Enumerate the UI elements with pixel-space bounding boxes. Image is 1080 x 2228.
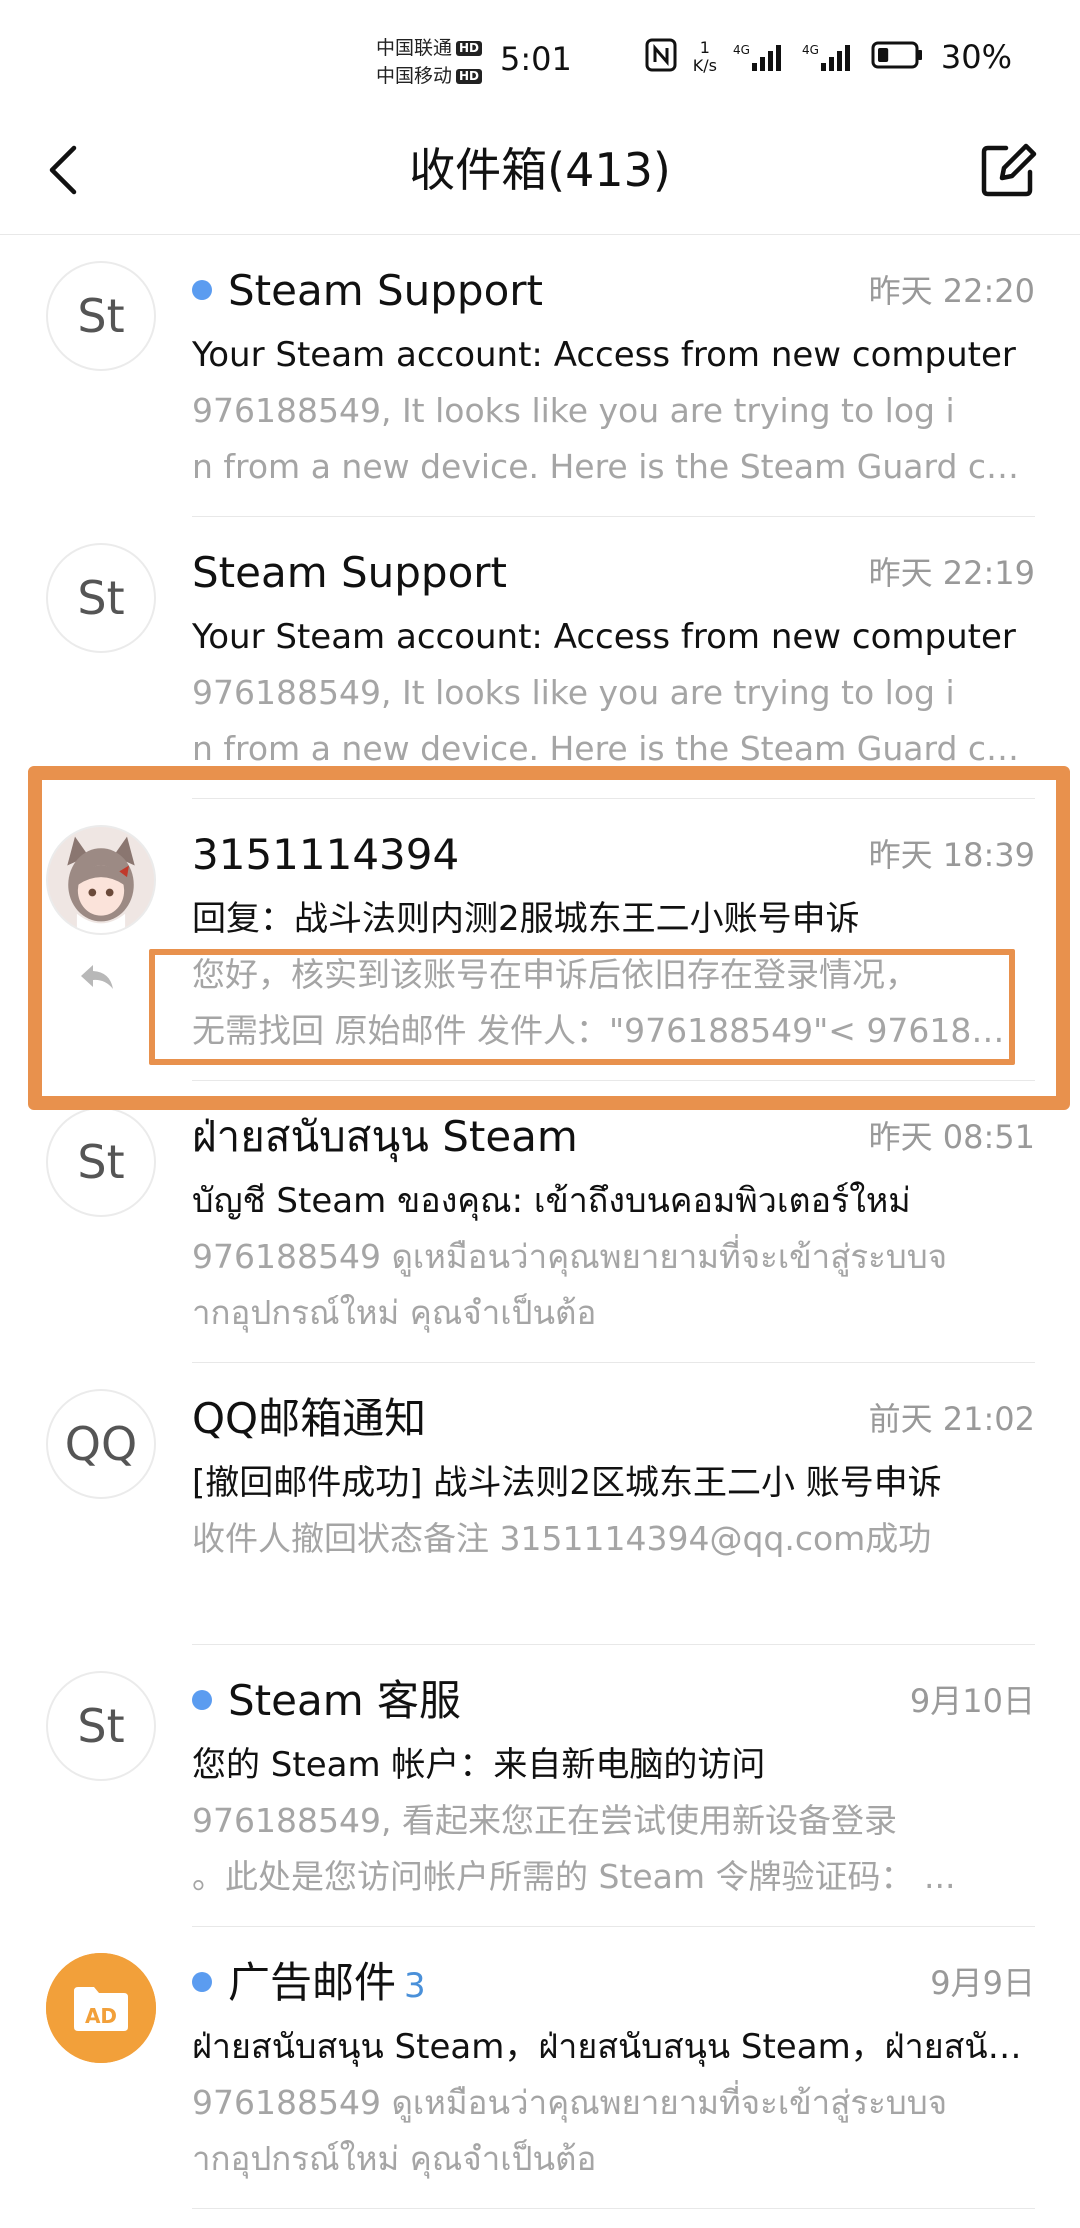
carrier-info: 中国联通 HD 中国移动 HD: [376, 34, 483, 90]
divider: [192, 2208, 1035, 2209]
status-icons: 1 K/s 4G 4G 30%: [645, 38, 1012, 76]
ad-mail-folder[interactable]: AD 广告邮件 3 9月9日 ฝ่ายสนับสนุน Steam，ฝ่ายสนั…: [0, 1927, 1080, 2209]
svg-text:AD: AD: [85, 2004, 117, 2028]
mail-time: 昨天 22:20: [868, 272, 1035, 310]
mail-subject: บัญชี Steam ของคุณ: เข้าถึงบนคอมพิวเตอร์…: [192, 1181, 911, 1221]
net-speed-value: 1: [699, 38, 710, 57]
carrier-1: 中国联通: [376, 37, 453, 59]
avatar: St: [46, 543, 156, 653]
battery-icon: [871, 40, 925, 74]
net-speed: 1 K/s: [693, 39, 717, 75]
mail-subject: Your Steam account: Access from new comp…: [192, 617, 1016, 657]
avatar: QQ: [46, 1389, 156, 1499]
ad-folder-avatar: AD: [46, 1953, 156, 2063]
unread-dot-icon: [192, 1971, 212, 1992]
mail-item[interactable]: St Steam 客服 9月10日 您的 Steam 帐户：来自新电脑的访问 9…: [0, 1645, 1080, 1927]
sender-name: ฝ่ายสนับสนุน Steam: [192, 1112, 578, 1161]
signal-label-1: 4G: [733, 43, 750, 57]
mail-time: 9月9日: [930, 1964, 1035, 2002]
net-speed-unit: K/s: [692, 56, 717, 75]
nfc-icon: [645, 38, 677, 76]
mail-sender: 广告邮件 3: [192, 1955, 426, 2014]
mail-sender: Steam Support: [192, 263, 543, 319]
avatar: St: [46, 1671, 156, 1781]
mail-item[interactable]: St ฝ่ายสนับสนุน Steam 昨天 08:51 บัญชี Ste…: [0, 1081, 1080, 1363]
mail-item[interactable]: St Steam Support 昨天 22:20 Your Steam acc…: [0, 235, 1080, 517]
carrier-2: 中国移动: [376, 65, 453, 87]
hd-badge-1: HD: [456, 40, 483, 56]
unread-dot-icon: [192, 279, 212, 300]
mail-preview-line2: n from a new device. Here is the Steam G…: [192, 447, 1032, 486]
mail-preview-line1: 976188549 ดูเหมือนว่าคุณพยายามที่จะเข้าส…: [192, 2083, 948, 2122]
mail-preview-line1: 976188549, It looks like you are trying …: [192, 391, 955, 430]
mail-preview-line2: ากอุปกรณ์ใหม่ คุณจำเป็นต้อ: [192, 1293, 597, 1332]
signal-icon-1: 4G: [733, 43, 786, 71]
mail-preview-line1: 976188549 ดูเหมือนว่าคุณพยายามที่จะเข้าส…: [192, 1237, 948, 1276]
compose-button[interactable]: [976, 138, 1040, 202]
mail-subject: ฝ่ายสนับสนุน Steam，ฝ่ายสนับสนุน Steam，ฝ่…: [192, 2027, 1022, 2067]
compose-icon: [981, 143, 1037, 197]
signal-label-2: 4G: [801, 43, 819, 57]
mail-preview-line2: 。此处是您访问帐户所需的 Steam 令牌验证码： ...: [192, 1857, 956, 1896]
mail-time: 昨天 22:19: [868, 554, 1035, 592]
status-bar: 中国联通 HD 中国移动 HD 5:01 1 K/s 4G 4G 30%: [0, 0, 1080, 110]
mail-preview-line1: 976188549, 看起来您正在尝试使用新设备登录: [192, 1801, 897, 1840]
sender-name: Steam Support: [228, 266, 543, 315]
inbox-header: 收件箱(413): [0, 110, 1080, 235]
ad-folder-icon: AD: [46, 1953, 156, 2063]
sender-name: QQ邮箱通知: [192, 1394, 427, 1443]
mail-preview-line2: ากอุปกรณ์ใหม่ คุณจำเป็นต้อ: [192, 2139, 597, 2178]
mail-inbox-screen: 中国联通 HD 中国移动 HD 5:01 1 K/s 4G 4G 30% 收件箱…: [0, 0, 1080, 2228]
highlight-box-inner: [149, 949, 1015, 1065]
hd-badge-2: HD: [456, 68, 483, 84]
mail-item[interactable]: St Steam Support 昨天 22:19 Your Steam acc…: [0, 517, 1080, 799]
mail-item[interactable]: QQ QQ邮箱通知 前天 21:02 [撤回邮件成功] 战斗法则2区城东王二小 …: [0, 1363, 1080, 1645]
sender-name: Steam Support: [192, 548, 507, 597]
mail-subject: 您的 Steam 帐户：来自新电脑的访问: [192, 1745, 766, 1785]
sender-name: 广告邮件: [228, 1958, 397, 2007]
sender-name: Steam 客服: [228, 1676, 461, 1725]
mail-time: 前天 21:02: [868, 1400, 1035, 1438]
mail-subject: Your Steam account: Access from new comp…: [192, 335, 1016, 375]
mail-subject: [撤回邮件成功] 战斗法则2区城东王二小 账号申诉: [192, 1463, 942, 1503]
unread-dot-icon: [192, 1689, 212, 1710]
avatar: St: [46, 1107, 156, 1217]
mail-preview-line1: 976188549, It looks like you are trying …: [192, 673, 955, 712]
unread-count-badge: 3: [404, 1966, 426, 2006]
mail-time: 9月10日: [909, 1682, 1035, 1720]
signal-icon-2: 4G: [802, 43, 855, 71]
mail-time: 昨天 08:51: [868, 1118, 1035, 1156]
mail-sender: Steam 客服: [192, 1673, 461, 1729]
avatar: St: [46, 261, 156, 371]
clock: 5:01: [500, 40, 572, 78]
battery-percent: 30%: [940, 38, 1012, 76]
page-title: 收件箱(413): [409, 143, 671, 197]
mail-preview-line1: 收件人撤回状态备注 3151114394@qq.com成功: [192, 1519, 932, 1558]
